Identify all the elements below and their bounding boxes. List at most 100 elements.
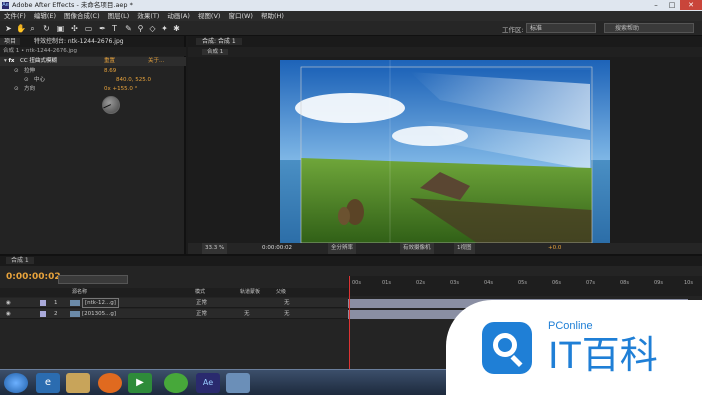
property-row-direction: ⊙ 方向 0x +155.0 ° xyxy=(0,85,186,94)
ruler-tick: 03s xyxy=(450,280,459,286)
zoom-select[interactable]: 33.3 % xyxy=(202,243,228,254)
menu-view[interactable]: 视图(V) xyxy=(198,12,221,20)
menu-effect[interactable]: 效果(T) xyxy=(137,12,159,20)
start-button-icon[interactable] xyxy=(4,373,28,393)
selection-tool-icon[interactable]: ➤ xyxy=(4,24,13,33)
exposure-value[interactable]: +0.0 xyxy=(548,243,561,254)
layer-parent[interactable]: 无 xyxy=(284,309,290,319)
property-value[interactable]: 8.69 xyxy=(104,67,116,76)
menu-animation[interactable]: 动画(A) xyxy=(167,12,190,20)
camera-select[interactable]: 有效摄像机 xyxy=(400,243,434,254)
camera-tool-icon[interactable]: ▣ xyxy=(56,24,65,33)
layer-parent[interactable]: 无 xyxy=(284,298,290,308)
tab-effect-controls[interactable]: 特效控制台: ntk-1244-2676.jpg xyxy=(30,38,128,45)
subtab-comp-1[interactable]: 合成 1 xyxy=(202,49,229,55)
ruler-tick: 06s xyxy=(552,280,561,286)
composition-viewer[interactable] xyxy=(280,60,610,243)
menu-edit[interactable]: 编辑(E) xyxy=(34,12,56,20)
effect-controls-panel: 项目 特效控制台: ntk-1244-2676.jpg 合成 1 • ntk-1… xyxy=(0,36,186,254)
logo-text: IT百科 xyxy=(548,335,658,377)
effect-header-row[interactable]: ▾ fx CC 扭曲式模糊 重置 关于... xyxy=(0,57,186,66)
ruler-tick: 07s xyxy=(586,280,595,286)
media-player-icon[interactable]: ▶ xyxy=(128,373,152,393)
composition-tab-bar: 合成: 合成 1 xyxy=(188,36,702,47)
views-select[interactable]: 1视图 xyxy=(454,243,475,254)
menu-composition[interactable]: 图像合成(C) xyxy=(64,12,100,20)
visibility-eye-icon[interactable]: ◉ xyxy=(6,309,11,319)
layer-name[interactable]: [201305...g] xyxy=(82,309,116,319)
timeline-timecode[interactable]: 0:00:00:02 xyxy=(6,272,61,282)
close-icon[interactable]: ✕ xyxy=(680,0,702,10)
about-link[interactable]: 关于... xyxy=(148,57,164,66)
composition-panel: 合成: 合成 1 合成 1 33.3 % 0:00:00:02 全分辨率 有效摄… xyxy=(188,36,702,254)
roto-brush-tool-icon[interactable]: ✦ xyxy=(160,24,169,33)
visibility-eye-icon[interactable]: ◉ xyxy=(6,298,11,308)
composition-image xyxy=(280,60,610,243)
pen-tool-icon[interactable]: ✒ xyxy=(98,24,107,33)
layer-trkmat[interactable]: 无 xyxy=(244,309,250,319)
minimize-icon[interactable]: – xyxy=(648,0,664,10)
pconline-watermark: PConline IT百科 xyxy=(446,300,702,395)
timeline-search-input[interactable] xyxy=(58,275,128,284)
text-tool-icon[interactable]: T xyxy=(110,24,119,33)
maximize-icon[interactable]: □ xyxy=(664,0,680,10)
ie-icon[interactable]: e xyxy=(36,373,60,393)
brand-name: PConline xyxy=(548,320,593,332)
ruler-tick: 05s xyxy=(518,280,527,286)
property-value[interactable]: 0x +155.0 ° xyxy=(104,85,137,94)
rotate-tool-icon[interactable]: ↻ xyxy=(42,24,51,33)
stopwatch-icon[interactable]: ⊙ xyxy=(14,85,19,94)
hand-tool-icon[interactable]: ✋ xyxy=(16,24,26,33)
layer-mode[interactable]: 正常 xyxy=(196,309,207,319)
column-mode[interactable]: 模式 xyxy=(195,288,205,297)
tab-project[interactable]: 项目 xyxy=(0,38,21,45)
ruler-tick: 00s xyxy=(352,280,361,286)
reset-link[interactable]: 重置 xyxy=(104,57,115,66)
puppet-tool-icon[interactable]: ✱ xyxy=(172,24,181,33)
clone-stamp-tool-icon[interactable]: ⚲ xyxy=(136,24,145,33)
layer-row-2[interactable]: ◉ 2 [201305...g] 正常 无 无 xyxy=(0,309,348,319)
after-effects-icon[interactable]: Ae xyxy=(196,373,220,393)
eraser-tool-icon[interactable]: ◇ xyxy=(148,24,157,33)
menu-layer[interactable]: 图层(L) xyxy=(108,12,130,20)
angle-dial-needle xyxy=(103,104,111,109)
folder-icon[interactable] xyxy=(66,373,90,393)
layer-columns-header: 源名称 模式 轨道蒙板 父级 xyxy=(0,288,348,297)
window-app-icon[interactable] xyxy=(226,373,250,393)
workspace-select[interactable]: 标准 xyxy=(526,23,596,33)
column-parent[interactable]: 父级 xyxy=(276,288,286,297)
column-trkmat[interactable]: 轨道蒙板 xyxy=(240,288,260,297)
label-color-swatch[interactable] xyxy=(40,300,46,306)
green-app-icon[interactable] xyxy=(164,373,188,393)
layer-row-1[interactable]: ◉ 1 [ntk-12...g] 正常 无 xyxy=(0,298,348,308)
mask-tool-icon[interactable]: ▭ xyxy=(84,24,93,33)
menu-file[interactable]: 文件(F) xyxy=(4,12,26,20)
tab-composition[interactable]: 合成: 合成 1 xyxy=(196,38,242,45)
menu-window[interactable]: 窗口(W) xyxy=(228,12,253,20)
property-row-stretch: ⊙ 拉伸 8.69 xyxy=(0,67,186,76)
column-source-name[interactable]: 源名称 xyxy=(72,288,87,297)
resolution-select[interactable]: 全分辨率 xyxy=(328,243,357,254)
window-title: Adobe After Effects - 未命名项目.aep * xyxy=(12,1,133,9)
layer-number: 1 xyxy=(54,300,58,306)
time-ruler[interactable]: 00s 01s 02s 03s 04s 05s 06s 07s 08s 09s … xyxy=(348,276,702,296)
zoom-tool-icon[interactable]: ⌕ xyxy=(28,24,37,33)
pan-behind-tool-icon[interactable]: ✣ xyxy=(70,24,79,33)
layer-mode[interactable]: 正常 xyxy=(196,298,207,308)
playhead[interactable] xyxy=(349,276,350,369)
property-value[interactable]: 840.0, 525.0 xyxy=(116,76,151,85)
label-color-swatch[interactable] xyxy=(40,311,46,317)
menu-help[interactable]: 帮助(H) xyxy=(261,12,284,20)
stopwatch-icon[interactable]: ⊙ xyxy=(24,76,29,85)
composition-subtab-bar: 合成 1 xyxy=(188,47,702,57)
stopwatch-icon[interactable]: ⊙ xyxy=(14,67,19,76)
viewer-timecode[interactable]: 0:00:00:02 xyxy=(262,243,292,254)
brush-tool-icon[interactable]: ✎ xyxy=(124,24,133,33)
angle-dial[interactable] xyxy=(102,96,120,114)
firefox-icon[interactable] xyxy=(98,373,122,393)
layer-name[interactable]: [ntk-12...g] xyxy=(82,298,119,308)
tab-timeline-comp[interactable]: 合成 1 xyxy=(6,257,34,264)
help-search-input[interactable]: 搜索帮助 xyxy=(604,23,694,33)
effect-name: CC 扭曲式模糊 xyxy=(20,58,57,64)
tools-toolbar: ➤ ✋ ⌕ ↻ ▣ ✣ ▭ ✒ T ✎ ⚲ ◇ ✦ ✱ xyxy=(0,21,702,36)
